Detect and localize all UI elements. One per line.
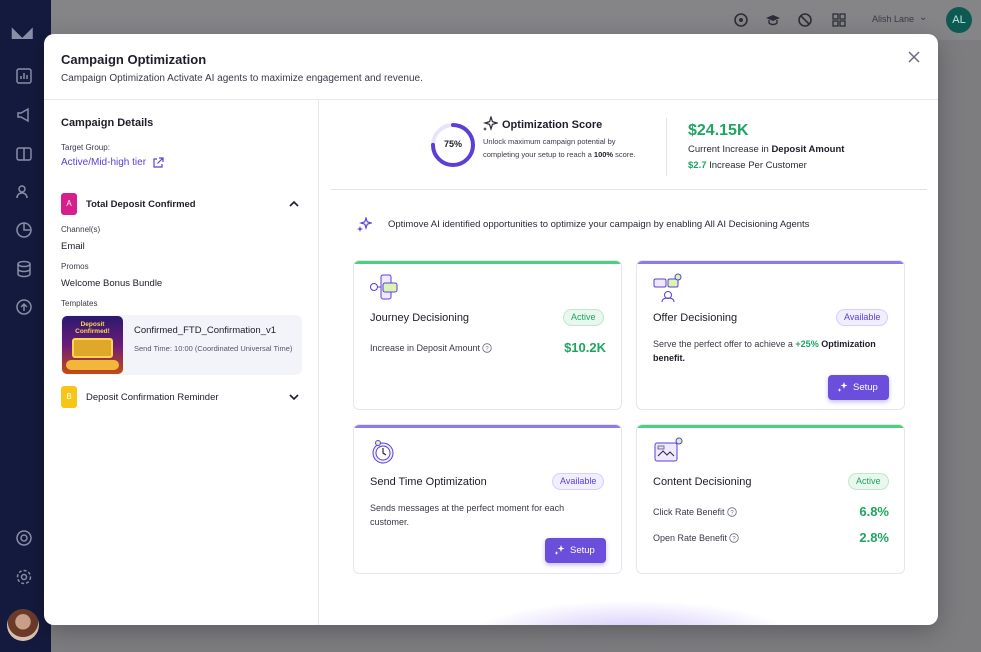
card-accent-line bbox=[637, 261, 904, 264]
template-name: Confirmed_FTD_Confirmation_v1 bbox=[134, 325, 277, 336]
status-badge-available: Available bbox=[552, 473, 605, 490]
ai-assistant-icon[interactable] bbox=[733, 12, 749, 28]
user-photo-avatar[interactable] bbox=[7, 609, 39, 641]
sparkle-icon bbox=[554, 545, 565, 555]
external-link-icon[interactable] bbox=[152, 156, 164, 168]
step-a-badge: A bbox=[61, 193, 77, 215]
send-time-optimization-title: Send Time Optimization bbox=[370, 476, 487, 488]
content-image-icon bbox=[652, 437, 684, 467]
offer-setup-button[interactable]: Setup bbox=[828, 375, 889, 400]
info-icon[interactable]: ? bbox=[482, 343, 492, 353]
campaign-optimization-modal: Campaign Optimization Campaign Optimizat… bbox=[44, 34, 938, 625]
template-thumbnail: Deposit Confirmed! bbox=[62, 316, 123, 374]
status-badge-available: Available bbox=[836, 309, 889, 326]
offer-decisioning-title: Offer Decisioning bbox=[653, 312, 738, 324]
modal-header: Campaign Optimization Campaign Optimizat… bbox=[44, 34, 938, 100]
campaign-details-title: Campaign Details bbox=[61, 117, 154, 129]
users-icon[interactable] bbox=[15, 183, 33, 201]
clock-icon bbox=[369, 437, 401, 467]
card-accent-line bbox=[354, 261, 621, 264]
svg-text:?: ? bbox=[730, 510, 734, 516]
card-accent-line bbox=[637, 425, 904, 428]
offer-decisioning-card[interactable]: Offer Decisioning Available Serve the pe… bbox=[636, 260, 905, 410]
send-time-optimization-card[interactable]: Send Time Optimization Available Sends m… bbox=[353, 424, 622, 574]
offer-person-icon bbox=[652, 273, 684, 303]
open-rate-value: 2.8% bbox=[859, 530, 889, 545]
svg-text:?: ? bbox=[732, 536, 736, 542]
info-icon[interactable]: ? bbox=[729, 533, 739, 543]
apps-grid-icon[interactable] bbox=[831, 12, 847, 28]
chevron-down-icon[interactable]: ⌄ bbox=[919, 12, 927, 23]
svg-text:?: ? bbox=[485, 346, 489, 352]
catalog-icon[interactable] bbox=[15, 145, 33, 163]
click-rate-label: Click Rate Benefit? bbox=[653, 507, 737, 517]
ai-sparkle-icon bbox=[356, 216, 373, 233]
optimization-score-description: Unlock maximum campaign potential by com… bbox=[483, 137, 636, 159]
horizontal-divider bbox=[331, 189, 927, 190]
settings-icon[interactable] bbox=[15, 568, 33, 586]
chevron-down-icon[interactable] bbox=[288, 390, 300, 402]
templates-label: Templates bbox=[61, 299, 98, 308]
promos-value: Welcome Bonus Bundle bbox=[61, 278, 163, 289]
status-badge-active: Active bbox=[848, 473, 889, 490]
user-avatar[interactable]: AL bbox=[946, 7, 972, 33]
academy-icon[interactable] bbox=[765, 12, 781, 28]
optimization-score-percent: 75% bbox=[443, 139, 462, 149]
chevron-up-icon[interactable] bbox=[288, 197, 300, 209]
optimization-panel: 75% Optimization Score Unlock maximum ca… bbox=[320, 100, 938, 625]
content-decisioning-card[interactable]: Content Decisioning Active Click Rate Be… bbox=[636, 424, 905, 574]
close-icon[interactable] bbox=[906, 49, 922, 65]
optimization-score-title: Optimization Score bbox=[502, 119, 603, 131]
journey-decisioning-card[interactable]: Journey Decisioning Active Increase in D… bbox=[353, 260, 622, 410]
opportunity-message: Optimove AI identified opportunities to … bbox=[388, 219, 810, 230]
user-name[interactable]: Alish Lane bbox=[872, 14, 914, 24]
template-thumbnail-text: Deposit Confirmed! bbox=[75, 321, 110, 335]
modal-title: Campaign Optimization bbox=[61, 52, 207, 67]
megaphone-icon[interactable] bbox=[15, 106, 33, 124]
journey-flow-icon bbox=[369, 273, 401, 303]
status-badge-active: Active bbox=[563, 309, 604, 326]
campaign-details-panel: Campaign Details Target Group: Active/Mi… bbox=[44, 100, 319, 625]
support-icon[interactable] bbox=[797, 12, 813, 28]
increase-description: Current Increase in Deposit Amount bbox=[688, 144, 845, 155]
vertical-divider bbox=[666, 118, 667, 176]
upload-icon[interactable] bbox=[15, 298, 33, 316]
journey-decisioning-title: Journey Decisioning bbox=[370, 312, 470, 324]
open-rate-label: Open Rate Benefit? bbox=[653, 533, 739, 543]
analytics-icon[interactable] bbox=[15, 67, 33, 85]
per-customer-increase: $2.7 Increase Per Customer bbox=[688, 160, 807, 171]
slot-reel-graphic bbox=[72, 338, 113, 358]
target-group-link[interactable]: Active/Mid-high tier bbox=[61, 157, 146, 168]
send-time-setup-button[interactable]: Setup bbox=[545, 538, 606, 563]
brand-logo: ◣◢ bbox=[12, 24, 33, 40]
sparkle-icon bbox=[837, 382, 848, 392]
click-rate-value: 6.8% bbox=[859, 504, 889, 519]
step-b-row[interactable]: B Deposit Confirmation Reminder bbox=[61, 386, 302, 408]
card-accent-line bbox=[354, 425, 621, 428]
content-decisioning-title: Content Decisioning bbox=[653, 476, 752, 488]
channels-value: Email bbox=[61, 241, 85, 252]
pie-chart-icon[interactable] bbox=[15, 221, 33, 239]
help-icon[interactable] bbox=[15, 529, 33, 547]
promos-label: Promos bbox=[61, 262, 89, 271]
metric-value: $10.2K bbox=[564, 340, 606, 355]
target-group-label: Target Group: bbox=[61, 143, 110, 152]
info-icon[interactable]: ? bbox=[726, 507, 737, 517]
step-b-badge: B bbox=[61, 386, 77, 408]
step-a-row[interactable]: A Total Deposit Confirmed bbox=[61, 193, 302, 215]
modal-subtitle: Campaign Optimization Activate AI agents… bbox=[61, 73, 423, 84]
metric-label: Increase in Deposit Amount? bbox=[370, 343, 492, 353]
step-a-name: Total Deposit Confirmed bbox=[86, 199, 196, 210]
channels-label: Channel(s) bbox=[61, 225, 101, 234]
template-card[interactable]: Deposit Confirmed! Confirmed_FTD_Confirm… bbox=[61, 315, 302, 375]
coins-graphic bbox=[66, 360, 119, 370]
template-send-time: Send Time: 10:00 (Coordinated Universal … bbox=[134, 344, 293, 353]
step-b-name: Deposit Confirmation Reminder bbox=[86, 392, 219, 403]
offer-description: Serve the perfect offer to achieve a +25… bbox=[653, 339, 876, 363]
bottom-glow bbox=[460, 600, 800, 625]
sparkle-icon bbox=[482, 114, 500, 132]
total-increase-amount: $24.15K bbox=[688, 122, 749, 139]
database-icon[interactable] bbox=[15, 260, 33, 278]
send-time-description: Sends messages at the perfect moment for… bbox=[370, 503, 565, 527]
